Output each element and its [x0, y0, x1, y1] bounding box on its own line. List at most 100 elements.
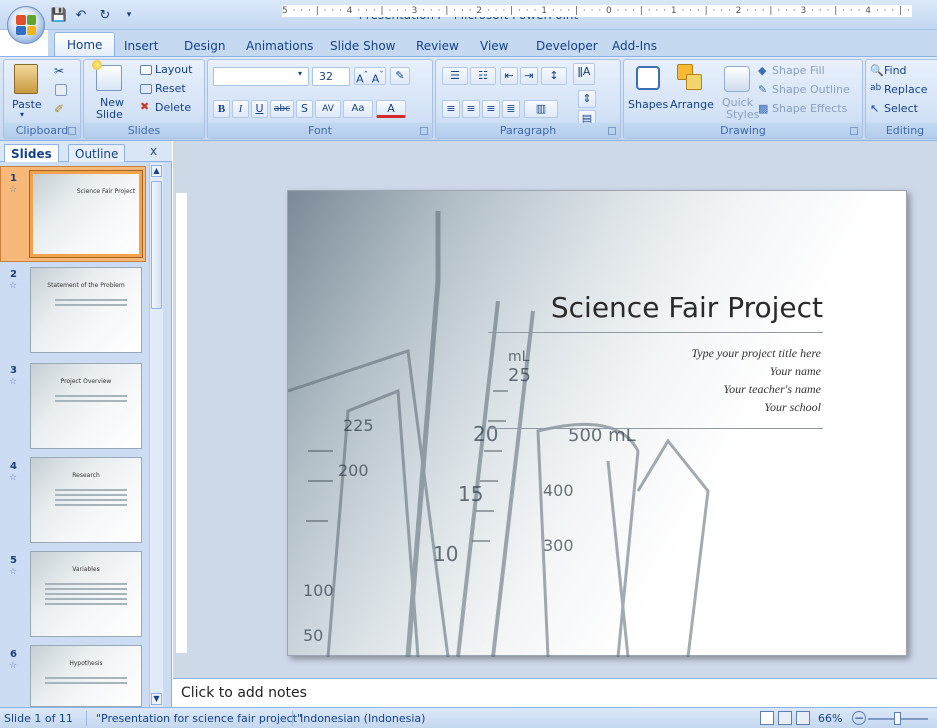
shape-outline-icon[interactable]: ✎ — [758, 83, 767, 96]
shape-outline-button[interactable]: Shape Outline — [772, 83, 850, 96]
new-slide-label-2[interactable]: Slide — [96, 108, 123, 121]
zoom-level[interactable]: 66% — [818, 712, 842, 725]
line-spacing-button[interactable]: ↕ — [541, 67, 567, 85]
slide-thumbnail-4[interactable]: Research — [30, 457, 142, 543]
subtitle-name[interactable]: Your name — [770, 364, 821, 379]
normal-view-icon[interactable] — [760, 711, 774, 725]
increase-indent-button[interactable]: ⇥ — [520, 67, 538, 85]
title-divider-bottom — [488, 428, 823, 429]
clear-formatting-button[interactable]: ✎ — [390, 67, 410, 85]
align-left-button[interactable]: ≡ — [442, 100, 460, 118]
subtitle-project-title[interactable]: Type your project title here — [691, 346, 821, 361]
italic-button[interactable]: I — [232, 100, 249, 118]
font-launcher-icon[interactable] — [420, 127, 428, 135]
drawing-launcher-icon[interactable] — [850, 127, 858, 135]
panel-scrollbar[interactable]: ▲ ▼ — [149, 163, 163, 707]
tab-review[interactable]: Review — [408, 36, 467, 56]
scroll-thumb[interactable] — [151, 181, 162, 309]
office-button[interactable] — [7, 6, 45, 44]
clipboard-launcher-icon[interactable] — [68, 127, 76, 135]
shapes-button[interactable]: Shapes — [628, 98, 668, 111]
shape-fill-icon[interactable]: ◆ — [758, 64, 766, 77]
tab-slides[interactable]: Slides — [4, 144, 59, 162]
theme-name[interactable]: "Presentation for science fair project" — [96, 712, 302, 725]
tab-developer[interactable]: Developer — [528, 36, 606, 56]
subtitle-teacher[interactable]: Your teacher's name — [724, 382, 821, 397]
shape-fill-button[interactable]: Shape Fill — [772, 64, 825, 77]
close-panel-icon[interactable]: x — [150, 144, 157, 158]
paragraph-group-label: Paragraph — [499, 124, 557, 137]
font-size-dropdown[interactable]: 32 — [312, 67, 350, 86]
slide-title[interactable]: Science Fair Project — [478, 291, 823, 324]
tab-insert[interactable]: Insert — [116, 36, 166, 56]
slide-thumbnail-6[interactable]: Hypothesis — [30, 645, 142, 707]
numbering-button[interactable]: ☷ — [470, 67, 496, 85]
tab-home[interactable]: Home — [54, 32, 116, 56]
notes-pane[interactable]: Click to add notes — [173, 678, 937, 707]
cut-icon[interactable]: ✂ — [54, 64, 64, 78]
delete-icon[interactable]: ✖ — [140, 100, 149, 113]
select-button[interactable]: Select — [884, 102, 918, 115]
replace-icon[interactable]: ab — [870, 83, 881, 93]
tab-animations[interactable]: Animations — [238, 36, 321, 56]
character-spacing-button[interactable]: AV — [315, 100, 341, 118]
zoom-out-icon[interactable]: − — [852, 711, 866, 725]
slide-canvas[interactable]: 225 200 500 mL 400 300 20 15 10 25 100 5… — [287, 190, 907, 657]
paste-dropdown-icon[interactable]: ▾ — [20, 110, 24, 119]
bold-button[interactable]: B — [213, 100, 230, 118]
slide-thumbnail-2[interactable]: Statement of the Problem — [30, 267, 142, 353]
columns-button[interactable]: ▥ — [524, 100, 558, 118]
shape-effects-button[interactable]: Shape Effects — [772, 102, 847, 115]
slide-thumbnail-1[interactable]: Science Fair Project — [29, 170, 143, 258]
paste-icon[interactable] — [14, 64, 38, 94]
slide-thumbnail-5[interactable]: Variables — [30, 551, 142, 637]
shapes-icon[interactable] — [636, 66, 660, 90]
shape-effects-icon[interactable]: ▩ — [758, 102, 768, 115]
find-button[interactable]: Find — [884, 64, 907, 77]
replace-button[interactable]: Replace — [884, 83, 928, 96]
text-direction-button[interactable]: ǁA — [573, 63, 595, 85]
bullets-button[interactable]: ☰ — [442, 67, 468, 85]
slide-sorter-icon[interactable] — [778, 711, 792, 725]
slide-show-icon[interactable] — [796, 711, 810, 725]
tab-add-ins[interactable]: Add-Ins — [604, 36, 665, 56]
scroll-up-icon[interactable]: ▲ — [151, 165, 162, 177]
align-right-button[interactable]: ≡ — [482, 100, 500, 118]
font-name-chevron-icon[interactable]: ▾ — [298, 69, 302, 78]
change-case-button[interactable]: Aa — [343, 100, 373, 118]
underline-button[interactable]: U — [251, 100, 268, 118]
format-painter-icon[interactable]: ✐ — [54, 102, 64, 116]
layout-button[interactable]: Layout — [155, 63, 192, 76]
language-indicator[interactable]: Indonesian (Indonesia) — [300, 712, 425, 725]
tab-view[interactable]: View — [472, 36, 516, 56]
find-icon[interactable]: 🔍 — [870, 64, 884, 77]
tab-outline[interactable]: Outline — [68, 144, 126, 162]
reset-button[interactable]: Reset — [155, 82, 186, 95]
arrange-button[interactable]: Arrange — [670, 98, 714, 111]
justify-button[interactable]: ≣ — [502, 100, 520, 118]
paste-label[interactable]: Paste — [12, 98, 42, 111]
reset-icon[interactable] — [140, 84, 152, 94]
tab-design[interactable]: Design — [176, 36, 233, 56]
copy-icon[interactable] — [55, 84, 67, 96]
grow-shrink-font-button[interactable]: Aˆ Aˇ — [354, 67, 386, 86]
decrease-indent-button[interactable]: ⇤ — [500, 67, 518, 85]
slide-thumbnail-3[interactable]: Project Overview — [30, 363, 142, 449]
notes-placeholder[interactable]: Click to add notes — [181, 685, 307, 701]
quick-styles-label-2[interactable]: Styles — [726, 108, 759, 121]
align-text-button[interactable]: ⇕ — [578, 90, 596, 108]
tab-slide-show[interactable]: Slide Show — [322, 36, 403, 56]
strikethrough-button[interactable]: abc — [270, 100, 294, 118]
paragraph-launcher-icon[interactable] — [608, 127, 616, 135]
quick-styles-icon[interactable] — [724, 66, 750, 92]
zoom-slider-thumb[interactable] — [894, 712, 901, 725]
subtitle-school[interactable]: Your school — [764, 400, 821, 415]
font-name-dropdown[interactable] — [213, 67, 309, 86]
select-icon[interactable]: ↖ — [870, 102, 879, 115]
delete-button[interactable]: Delete — [155, 101, 191, 114]
scroll-down-icon[interactable]: ▼ — [151, 693, 162, 705]
align-center-button[interactable]: ≡ — [462, 100, 480, 118]
layout-icon[interactable] — [140, 65, 152, 75]
font-color-button[interactable]: A — [376, 100, 406, 118]
shadow-button[interactable]: S — [296, 100, 313, 118]
